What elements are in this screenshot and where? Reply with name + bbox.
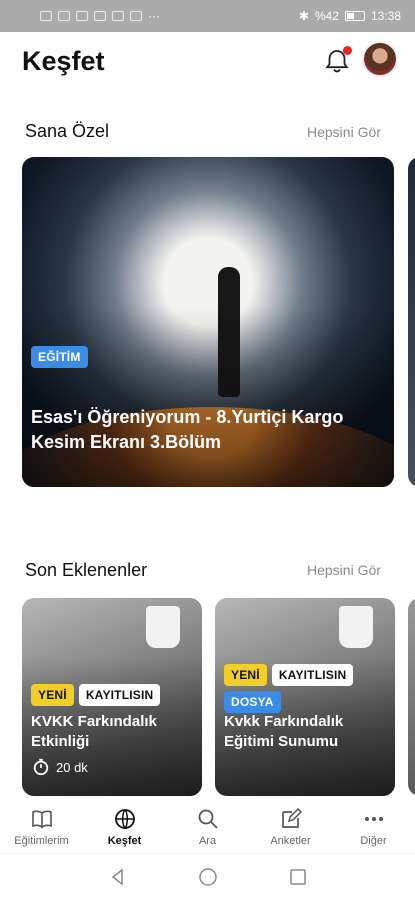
duration-text: 20 dk [56, 759, 88, 775]
next-course-card[interactable] [408, 598, 415, 796]
card-duration: 20 dk [32, 758, 88, 776]
card-title: Kvkk Farkındalık Eğitimi Sunumu [224, 713, 344, 750]
tab-label: Eğitimlerim [14, 835, 69, 847]
signal-icon [58, 11, 70, 21]
book-icon [31, 810, 52, 829]
tab-egitimlerim[interactable]: Eğitimlerim [0, 797, 83, 853]
tab-label: Keşfet [107, 835, 142, 847]
status-icons-right: ✱ %42 13:38 [299, 9, 401, 23]
back-icon[interactable] [108, 867, 128, 887]
course-card[interactable]: YENİ KAYITLISIN DOSYA Kvkk Farkındalık E… [215, 598, 395, 796]
clock: 13:38 [370, 9, 401, 23]
see-all-recent-link[interactable]: Hepsini Gör [307, 562, 381, 578]
next-featured-card[interactable] [408, 157, 415, 487]
notifications-button[interactable] [322, 46, 352, 76]
battery-icon [344, 11, 365, 21]
tab-ara[interactable]: Ara [166, 797, 249, 853]
app-icon [94, 11, 106, 21]
enrolled-badge: KAYITLISIN [271, 664, 354, 686]
tab-label: Diğer [360, 835, 387, 847]
card-title: KVKK Farkındalık Etkinliği [31, 713, 157, 750]
recents-icon[interactable] [288, 867, 308, 887]
page-title: Keşfet [22, 46, 105, 76]
home-icon[interactable] [198, 867, 218, 887]
tab-diger[interactable]: Diğer [332, 797, 415, 853]
notification-dot [343, 46, 352, 55]
heart-icon [112, 11, 124, 21]
card-badges: YENİ KAYITLISIN [31, 684, 201, 706]
more-notifications-icon: ··· [148, 9, 160, 23]
battery-percent: %42 [314, 9, 339, 23]
featured-title: Esas'ı Öğreniyorum - 8.Yurtiçi Kargo Kes… [31, 407, 344, 452]
file-badge: DOSYA [224, 691, 281, 713]
course-card[interactable]: YENİ KAYITLISIN KVKK Farkındalık Etkinli… [22, 598, 202, 796]
new-badge: YENİ [224, 664, 267, 686]
tab-anketler[interactable]: Anketler [249, 797, 332, 853]
globe-icon [114, 809, 135, 829]
gallery-icon [130, 11, 142, 21]
system-nav-bar [0, 853, 415, 900]
new-badge: YENİ [31, 684, 74, 706]
enrolled-badge: KAYITLISIN [78, 684, 161, 706]
see-all-for-you-link[interactable]: Hepsini Gör [307, 124, 381, 140]
timer-icon [33, 758, 49, 776]
tab-kesfet[interactable]: Keşfet [83, 797, 166, 853]
tab-label: Ara [198, 835, 217, 847]
section-title-for-you: Sana Özel [25, 121, 110, 141]
search-icon [198, 809, 218, 829]
category-badge: EĞİTİM [31, 346, 88, 368]
status-icons-left: ··· [40, 9, 160, 23]
section-title-recent: Son Eklenenler [25, 560, 148, 580]
bluetooth-icon: ✱ [298, 9, 309, 23]
app-header: Keşfet [0, 32, 415, 92]
edit-icon [281, 807, 302, 828]
more-icon [364, 817, 383, 821]
featured-card[interactable]: EĞİTİM Esas'ı Öğreniyorum - 8.Yurtiçi Ka… [22, 157, 394, 487]
sim-icon [40, 11, 52, 21]
bottom-tab-bar: Eğitimlerim Keşfet Ara Anketler Diğer [0, 797, 415, 853]
tab-label: Anketler [270, 835, 311, 847]
avatar[interactable] [362, 41, 398, 77]
check-icon [76, 11, 88, 21]
card-badges: YENİ KAYITLISIN DOSYA [224, 664, 394, 713]
status-bar: ··· ✱ %42 13:38 [0, 0, 415, 32]
